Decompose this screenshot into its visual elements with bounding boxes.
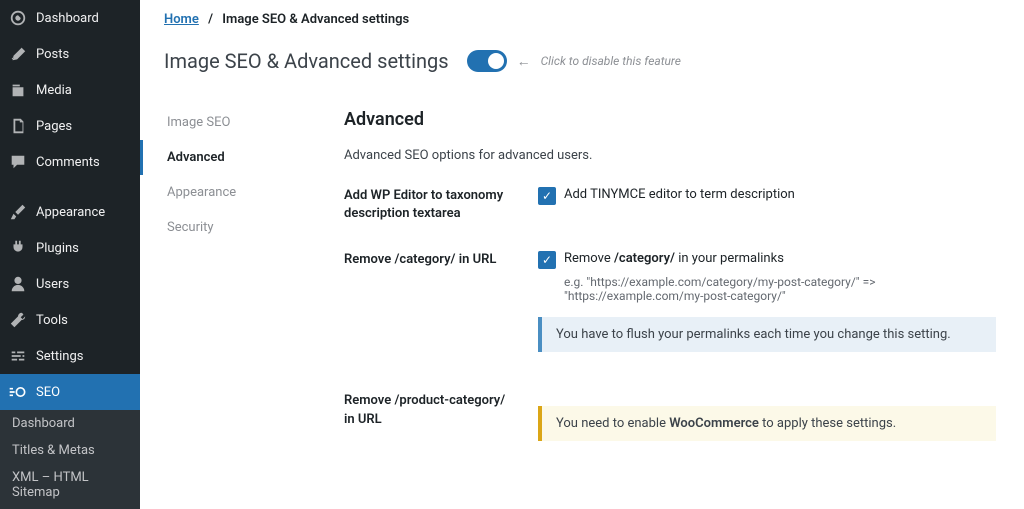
seo-icon	[8, 382, 28, 402]
sidebar-item-plugins[interactable]: Plugins	[0, 230, 140, 266]
feature-toggle-wrap: ← Click to disable this feature	[467, 50, 681, 72]
notice-woocommerce: You need to enable WooCommerce to apply …	[538, 406, 996, 441]
brush-icon	[8, 202, 28, 222]
panel-description: Advanced SEO options for advanced users.	[344, 148, 996, 163]
submenu-titles-metas[interactable]: Titles & Metas	[0, 437, 140, 464]
breadcrumb-home-link[interactable]: Home	[164, 12, 199, 27]
dashboard-icon	[8, 8, 28, 28]
page-header: Image SEO & Advanced settings ← Click to…	[140, 39, 1024, 91]
sliders-icon	[8, 346, 28, 366]
field-hint: e.g. "https://example.com/category/my-po…	[564, 275, 996, 303]
sidebar-item-dashboard[interactable]: Dashboard	[0, 0, 140, 36]
arrow-left-icon: ←	[517, 53, 531, 70]
pages-icon	[8, 116, 28, 136]
breadcrumb-current: Image SEO & Advanced settings	[222, 12, 409, 27]
checkbox-label: Remove /category/ in your permalinks	[564, 251, 784, 266]
sidebar-item-settings[interactable]: Settings	[0, 338, 140, 374]
sidebar-label: Dashboard	[36, 11, 99, 26]
feature-toggle[interactable]	[467, 50, 507, 72]
tab-security[interactable]: Security	[140, 210, 320, 245]
field-label: Remove /category/ in URL	[344, 251, 514, 352]
media-icon	[8, 80, 28, 100]
sidebar-label: Plugins	[36, 241, 79, 256]
panel-title: Advanced	[344, 109, 996, 130]
toggle-knob	[488, 53, 504, 69]
pin-icon	[8, 44, 28, 64]
breadcrumb-separator: /	[208, 12, 213, 27]
toggle-hint: Click to disable this feature	[541, 54, 681, 68]
field-label: Remove /product-category/ in URL	[344, 392, 514, 441]
user-icon	[8, 274, 28, 294]
sidebar-item-appearance[interactable]: Appearance	[0, 194, 140, 230]
sidebar-label: Appearance	[36, 205, 105, 220]
checkbox-icon: ✓	[538, 187, 556, 205]
breadcrumb: Home / Image SEO & Advanced settings	[140, 0, 1024, 39]
sidebar-label: Posts	[36, 47, 69, 62]
sidebar-label: Tools	[36, 313, 68, 328]
sidebar-item-posts[interactable]: Posts	[0, 36, 140, 72]
settings-layout: Image SEO Advanced Appearance Security A…	[140, 91, 1024, 487]
admin-sidebar: Dashboard Posts Media Pages Comments App…	[0, 0, 140, 509]
sidebar-label: Media	[36, 83, 72, 98]
field-remove-product-category: Remove /product-category/ in URL You nee…	[344, 392, 996, 441]
submenu-dashboard[interactable]: Dashboard	[0, 410, 140, 437]
field-label: Add WP Editor to taxonomy description te…	[344, 187, 514, 223]
sidebar-label: SEO	[36, 385, 60, 400]
sidebar-item-seo[interactable]: SEO	[0, 374, 140, 410]
notice-flush-permalinks: You have to flush your permalinks each t…	[538, 317, 996, 352]
sidebar-item-tools[interactable]: Tools	[0, 302, 140, 338]
submenu-sitemap[interactable]: XML – HTML Sitemap	[0, 464, 140, 506]
field-wp-editor: Add WP Editor to taxonomy description te…	[344, 187, 996, 223]
checkbox-label: Add TINYMCE editor to term description	[564, 187, 795, 202]
plug-icon	[8, 238, 28, 258]
checkbox-icon: ✓	[538, 251, 556, 269]
field-remove-category: Remove /category/ in URL ✓ Remove /categ…	[344, 251, 996, 352]
seo-submenu: Dashboard Titles & Metas XML – HTML Site…	[0, 410, 140, 509]
comments-icon	[8, 152, 28, 172]
tab-advanced[interactable]: Advanced	[140, 140, 320, 175]
settings-tabs: Image SEO Advanced Appearance Security	[140, 91, 320, 487]
page-title: Image SEO & Advanced settings	[164, 49, 449, 73]
sidebar-item-users[interactable]: Users	[0, 266, 140, 302]
main-content: Home / Image SEO & Advanced settings Ima…	[140, 0, 1024, 509]
sidebar-item-pages[interactable]: Pages	[0, 108, 140, 144]
sidebar-item-media[interactable]: Media	[0, 72, 140, 108]
settings-panel: Advanced Advanced SEO options for advanc…	[320, 91, 1024, 487]
sidebar-label: Comments	[36, 155, 100, 170]
sidebar-item-comments[interactable]: Comments	[0, 144, 140, 180]
sidebar-label: Pages	[36, 119, 72, 134]
checkbox-remove-category[interactable]: ✓ Remove /category/ in your permalinks	[538, 251, 996, 269]
sidebar-label: Settings	[36, 349, 83, 364]
tab-appearance[interactable]: Appearance	[140, 175, 320, 210]
checkbox-tinymce[interactable]: ✓ Add TINYMCE editor to term description	[538, 187, 996, 205]
sidebar-label: Users	[36, 277, 69, 292]
wrench-icon	[8, 310, 28, 330]
tab-image-seo[interactable]: Image SEO	[140, 105, 320, 140]
